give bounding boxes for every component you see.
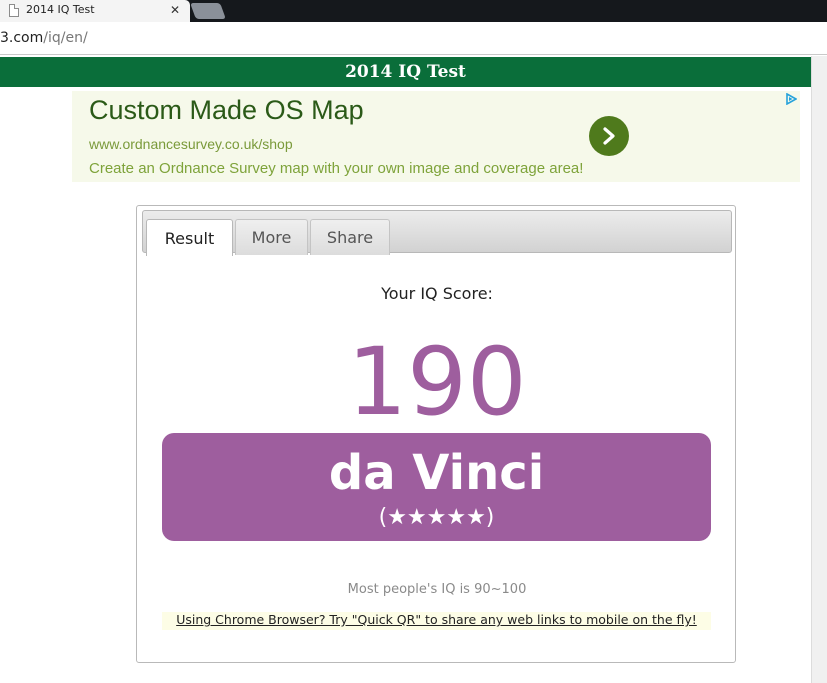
url-host: 3.com [0, 30, 44, 46]
address-bar[interactable]: 3.com/iq/en/ [0, 22, 827, 55]
rank-name: da Vinci [328, 445, 545, 501]
tab-more[interactable]: More [235, 219, 308, 255]
chevron-right-icon [603, 127, 615, 145]
ad-arrow-button[interactable] [589, 116, 629, 156]
ad-url[interactable]: www.ordnancesurvey.co.uk/shop [89, 136, 293, 152]
close-icon[interactable]: ✕ [170, 2, 180, 18]
rank-badge: da Vinci (★★★★★) [162, 433, 711, 541]
rank-stars: (★★★★★) [378, 505, 495, 530]
ad-headline[interactable]: Custom Made OS Map [89, 95, 364, 126]
tab-title: 2014 IQ Test [26, 3, 95, 16]
ad-description: Create an Ordnance Survey map with your … [89, 160, 584, 177]
url-path: /iq/en/ [43, 30, 88, 46]
document-icon [9, 4, 19, 17]
browser-tab[interactable]: 2014 IQ Test ✕ [0, 0, 190, 22]
quick-qr-link[interactable]: Using Chrome Browser? Try "Quick QR" to … [162, 612, 711, 630]
iq-score: 190 [347, 328, 527, 437]
browser-tabstrip: 2014 IQ Test ✕ [0, 0, 827, 22]
tab-share[interactable]: Share [310, 219, 390, 255]
new-tab-button[interactable] [190, 3, 226, 19]
tab-result[interactable]: Result [146, 219, 233, 256]
ad-banner[interactable]: Custom Made OS Map www.ordnancesurvey.co… [72, 91, 800, 182]
tab-bar: Result More Share [142, 210, 732, 256]
url-text[interactable]: 3.com/iq/en/ [0, 30, 88, 46]
adchoices-icon[interactable] [785, 93, 797, 105]
page-title: 2014 IQ Test [345, 62, 466, 82]
average-iq-note: Most people's IQ is 90~100 [347, 582, 527, 597]
result-card: Result More Share Your IQ Score: 190 da … [136, 205, 736, 663]
scrollbar[interactable] [811, 56, 827, 683]
score-label: Your IQ Score: [381, 284, 493, 303]
site-header: 2014 IQ Test [0, 57, 811, 87]
